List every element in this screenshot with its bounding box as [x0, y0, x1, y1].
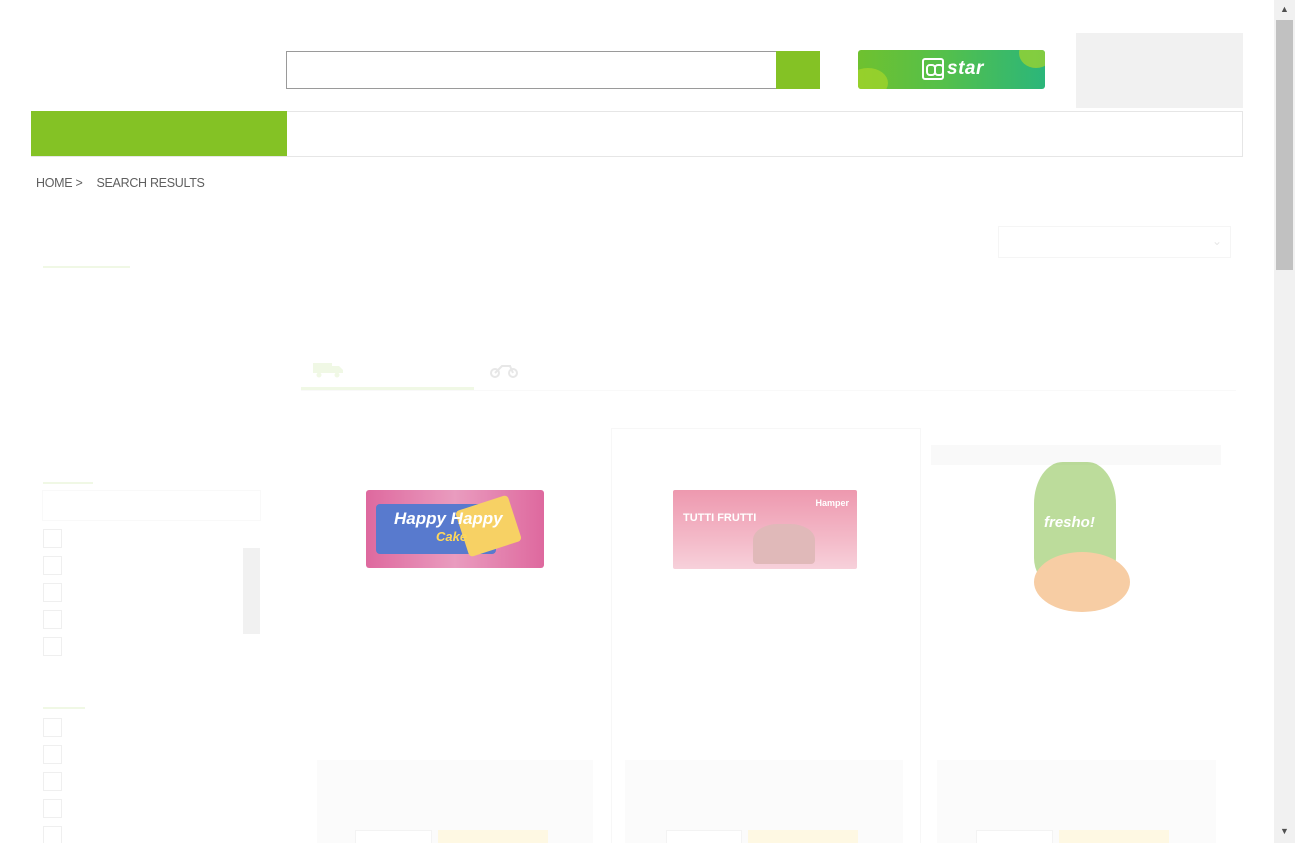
brand-filter-search-input[interactable]	[42, 490, 261, 521]
fresho-bread-image[interactable]: fresho!	[1030, 462, 1132, 617]
scroll-up-arrow-icon[interactable]: ▲	[1280, 4, 1289, 14]
sort-by-dropdown[interactable]	[998, 226, 1231, 258]
breadcrumb: HOME > SEARCH RESULTS	[36, 176, 205, 190]
quantity-input[interactable]	[976, 830, 1053, 843]
filter-heading-underline	[43, 482, 93, 484]
filter-list-scrollbar[interactable]	[243, 548, 260, 634]
breadcrumb-home-link[interactable]: HOME >	[36, 176, 83, 190]
add-to-basket-button[interactable]	[748, 830, 858, 843]
filter-heading-underline	[43, 707, 85, 709]
scroll-down-arrow-icon[interactable]: ▼	[1280, 826, 1289, 836]
filter-checkbox[interactable]	[43, 556, 62, 575]
truck-icon	[313, 363, 343, 378]
search-input[interactable]	[286, 51, 777, 89]
filter-checkbox[interactable]	[43, 583, 62, 602]
bb-logo-icon	[922, 58, 944, 80]
product-art-text: Happy Happy	[394, 509, 503, 528]
account-area[interactable]	[1076, 33, 1243, 108]
bike-icon[interactable]	[488, 362, 520, 378]
banner-decoration	[858, 68, 888, 89]
page: star HOME > SEARCH RESULTS ⌄ Happy Happy…	[0, 0, 1295, 843]
filter-checkbox[interactable]	[43, 745, 62, 764]
bbstar-logo-text: star	[947, 58, 984, 79]
filter-checkbox[interactable]	[43, 637, 62, 656]
filter-heading-underline	[43, 266, 130, 268]
product-art-text: TUTTI FRUTTI	[683, 512, 757, 524]
tutti-frutti-cake-image[interactable]: TUTTI FRUTTI Hamper	[673, 490, 857, 569]
chevron-down-icon: ⌄	[1212, 234, 1223, 248]
quantity-input[interactable]	[355, 830, 432, 843]
banner-decoration	[1019, 50, 1045, 68]
tab-divider	[301, 390, 1236, 391]
filter-checkbox[interactable]	[43, 610, 62, 629]
search-button[interactable]	[776, 51, 820, 89]
breadcrumb-current: SEARCH RESULTS	[96, 176, 205, 190]
happy-happy-biscuit-image[interactable]: Happy Happy Cake	[366, 490, 544, 568]
filter-checkbox[interactable]	[43, 799, 62, 818]
shop-by-category-button[interactable]	[31, 111, 287, 156]
filter-checkbox[interactable]	[43, 529, 62, 548]
filter-checkbox[interactable]	[43, 718, 62, 737]
bbstar-logo: star	[922, 58, 984, 80]
add-to-basket-button[interactable]	[1059, 830, 1169, 843]
filter-checkbox[interactable]	[43, 826, 62, 843]
page-scrollbar-thumb[interactable]	[1276, 20, 1293, 270]
add-to-basket-button[interactable]	[438, 830, 548, 843]
bbstar-banner[interactable]: star	[858, 50, 1045, 89]
product-art-text: Cake	[436, 529, 468, 544]
filter-checkbox[interactable]	[43, 772, 62, 791]
product-art-text: Hamper	[815, 498, 849, 508]
product-art-text: fresho!	[1044, 514, 1095, 531]
quantity-input[interactable]	[666, 830, 742, 843]
